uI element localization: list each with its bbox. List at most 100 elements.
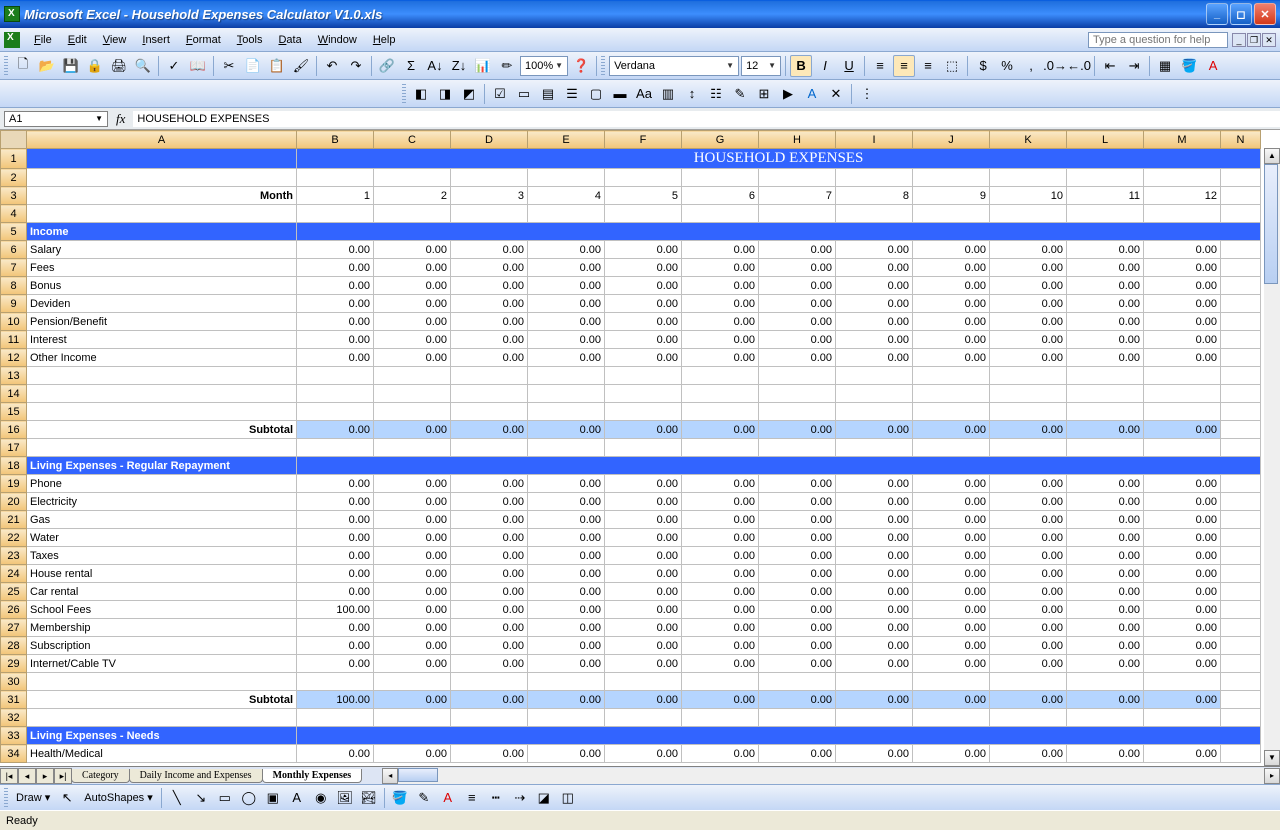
row-header-30[interactable]: 30 — [1, 673, 27, 691]
close-button[interactable]: ✕ — [1254, 3, 1276, 25]
permission-icon[interactable]: 🔒 — [84, 55, 106, 77]
data-cell[interactable]: 0.00 — [528, 745, 605, 763]
data-cell[interactable]: 0.00 — [374, 313, 451, 331]
month-cell[interactable]: 6 — [682, 187, 759, 205]
align-left-icon[interactable]: ≡ — [869, 55, 891, 77]
row-header-21[interactable]: 21 — [1, 511, 27, 529]
data-cell[interactable]: 0.00 — [528, 547, 605, 565]
data-cell[interactable]: 0.00 — [1067, 277, 1144, 295]
subtotal-cell[interactable]: 0.00 — [759, 691, 836, 709]
data-cell[interactable]: 0.00 — [759, 259, 836, 277]
oval-icon[interactable]: ◯ — [238, 787, 260, 809]
select-objects-icon[interactable]: ↖ — [56, 787, 78, 809]
subtotal-cell[interactable]: 0.00 — [990, 421, 1067, 439]
data-cell[interactable]: 0.00 — [374, 745, 451, 763]
data-cell[interactable]: 0.00 — [297, 637, 374, 655]
col-header-H[interactable]: H — [759, 131, 836, 149]
data-cell[interactable]: 0.00 — [451, 565, 528, 583]
textbox-icon[interactable]: ▭ — [513, 83, 535, 105]
subtotal-cell[interactable]: 0.00 — [451, 691, 528, 709]
comma-icon[interactable]: , — [1020, 55, 1042, 77]
data-cell[interactable]: 0.00 — [990, 241, 1067, 259]
month-cell[interactable]: 8 — [836, 187, 913, 205]
data-cell[interactable]: 0.00 — [605, 295, 682, 313]
data-cell[interactable]: 0.00 — [1144, 241, 1221, 259]
data-cell[interactable]: 0.00 — [1067, 295, 1144, 313]
col-header-N[interactable]: N — [1221, 131, 1261, 149]
data-cell[interactable]: 0.00 — [682, 349, 759, 367]
data-cell[interactable]: 0.00 — [836, 565, 913, 583]
data-cell[interactable]: 0.00 — [374, 349, 451, 367]
data-cell[interactable]: 0.00 — [990, 331, 1067, 349]
merge-center-icon[interactable]: ⬚ — [941, 55, 963, 77]
label-cell[interactable]: Deviden — [27, 295, 297, 313]
data-cell[interactable]: 0.00 — [374, 601, 451, 619]
fill-color-icon[interactable]: 🪣 — [1178, 55, 1200, 77]
data-cell[interactable]: 0.00 — [836, 241, 913, 259]
autosum-icon[interactable]: Σ — [400, 55, 422, 77]
title-cell[interactable]: HOUSEHOLD EXPENSES — [297, 149, 1261, 169]
bold-button[interactable]: B — [790, 55, 812, 77]
data-cell[interactable]: 0.00 — [605, 475, 682, 493]
month-cell[interactable]: 10 — [990, 187, 1067, 205]
data-cell[interactable]: 0.00 — [297, 331, 374, 349]
data-cell[interactable]: 0.00 — [528, 655, 605, 673]
label-cell[interactable]: Phone — [27, 475, 297, 493]
data-cell[interactable]: 0.00 — [605, 637, 682, 655]
menu-help[interactable]: Help — [365, 32, 404, 48]
fill-draw-icon[interactable]: 🪣 — [389, 787, 411, 809]
data-cell[interactable]: 0.00 — [374, 547, 451, 565]
data-cell[interactable]: 0.00 — [913, 565, 990, 583]
data-cell[interactable]: 0.00 — [1067, 349, 1144, 367]
data-cell[interactable]: 0.00 — [1067, 655, 1144, 673]
label-cell[interactable]: Internet/Cable TV — [27, 655, 297, 673]
label-cell[interactable]: Living Expenses - Regular Repayment — [27, 457, 297, 475]
redo-icon[interactable]: ↷ — [345, 55, 367, 77]
data-cell[interactable]: 0.00 — [759, 529, 836, 547]
row-header-3[interactable]: 3 — [1, 187, 27, 205]
subtotal-cell[interactable]: 0.00 — [374, 421, 451, 439]
data-cell[interactable]: 0.00 — [759, 619, 836, 637]
borders-icon[interactable]: ▦ — [1154, 55, 1176, 77]
label-cell[interactable]: Living Expenses - Needs — [27, 727, 297, 745]
data-cell[interactable]: 0.00 — [836, 637, 913, 655]
data-cell[interactable]: 0.00 — [759, 475, 836, 493]
data-cell[interactable]: 0.00 — [682, 601, 759, 619]
data-cell[interactable]: 0.00 — [1144, 259, 1221, 277]
data-cell[interactable]: 0.00 — [374, 241, 451, 259]
data-cell[interactable]: 0.00 — [836, 511, 913, 529]
data-cell[interactable]: 0.00 — [682, 331, 759, 349]
data-cell[interactable]: 0.00 — [913, 529, 990, 547]
data-cell[interactable]: 100.00 — [297, 601, 374, 619]
month-cell[interactable]: 9 — [913, 187, 990, 205]
data-cell[interactable]: 0.00 — [990, 745, 1067, 763]
data-cell[interactable]: 0.00 — [1144, 331, 1221, 349]
data-cell[interactable]: 0.00 — [759, 547, 836, 565]
data-cell[interactable]: 0.00 — [374, 331, 451, 349]
subtotal-cell[interactable]: 0.00 — [528, 691, 605, 709]
data-cell[interactable]: 0.00 — [836, 583, 913, 601]
print-preview-icon[interactable]: 🔍 — [132, 55, 154, 77]
spinner-icon[interactable]: ↕ — [681, 83, 703, 105]
listbox-icon[interactable]: ☰ — [561, 83, 583, 105]
font-color-draw-icon[interactable]: A — [437, 787, 459, 809]
label-cell[interactable]: Bonus — [27, 277, 297, 295]
clipart-icon[interactable]: 🖼 — [334, 787, 356, 809]
data-cell[interactable]: 0.00 — [451, 277, 528, 295]
data-cell[interactable]: 0.00 — [451, 511, 528, 529]
data-cell[interactable]: 0.00 — [682, 277, 759, 295]
data-cell[interactable]: 0.00 — [297, 259, 374, 277]
data-cell[interactable]: 0.00 — [1067, 259, 1144, 277]
month-cell[interactable]: 12 — [1144, 187, 1221, 205]
subtotal-cell[interactable]: 0.00 — [682, 421, 759, 439]
data-cell[interactable]: 0.00 — [451, 331, 528, 349]
subtotal-cell[interactable]: 0.00 — [913, 421, 990, 439]
vscroll-thumb[interactable] — [1264, 164, 1278, 284]
menu-tools[interactable]: Tools — [229, 32, 271, 48]
data-cell[interactable]: 0.00 — [836, 529, 913, 547]
data-cell[interactable]: 0.00 — [682, 493, 759, 511]
subtotal-cell[interactable]: 0.00 — [297, 421, 374, 439]
tab-nav-last[interactable]: ▸| — [54, 768, 72, 784]
subtotal-cell[interactable]: 0.00 — [1144, 691, 1221, 709]
data-cell[interactable]: 0.00 — [759, 349, 836, 367]
